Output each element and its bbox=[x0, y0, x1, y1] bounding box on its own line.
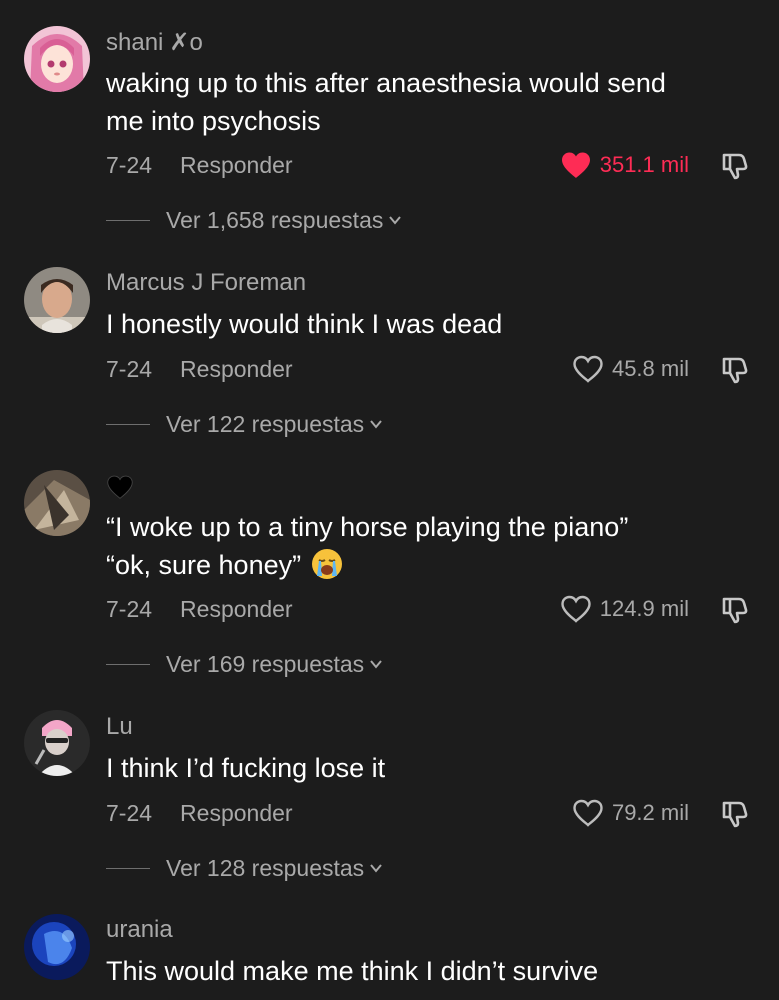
divider-line bbox=[106, 219, 150, 221]
comment-meta: 7-24 Responder bbox=[106, 354, 293, 384]
chevron-down-icon bbox=[387, 212, 403, 228]
username-suffix: ✗o bbox=[169, 29, 203, 56]
avatar[interactable] bbox=[24, 914, 90, 980]
reply-button[interactable]: Responder bbox=[180, 800, 293, 826]
username[interactable] bbox=[106, 470, 134, 500]
username[interactable]: shani ✗o bbox=[106, 28, 203, 58]
avatar[interactable] bbox=[24, 26, 90, 92]
reply-button[interactable]: Responder bbox=[180, 596, 293, 622]
comment-text: waking up to this after anaesthesia woul… bbox=[106, 68, 666, 136]
comment-meta: 7-24 Responder bbox=[106, 594, 293, 624]
comment-date: 7-24 bbox=[106, 596, 153, 622]
view-replies-button[interactable]: Ver 122 respuestas bbox=[106, 409, 384, 439]
comment-date: 7-24 bbox=[106, 800, 153, 826]
like-button[interactable]: 124.9 mil bbox=[560, 594, 689, 624]
like-count: 351.1 mil bbox=[599, 152, 689, 177]
like-button[interactable]: 351.1 mil bbox=[560, 150, 689, 180]
divider-line bbox=[106, 423, 150, 425]
avatar[interactable] bbox=[24, 470, 90, 536]
view-replies-button[interactable]: Ver 128 respuestas bbox=[106, 853, 384, 883]
chevron-down-icon bbox=[368, 416, 384, 432]
dislike-button[interactable] bbox=[717, 591, 753, 627]
like-count: 45.8 mil bbox=[611, 356, 689, 381]
heart-outline-icon bbox=[572, 355, 604, 383]
dislike-button[interactable] bbox=[717, 147, 753, 183]
loudly-crying-face-icon bbox=[311, 548, 343, 590]
comment-date: 7-24 bbox=[106, 152, 153, 178]
comment-text: “I woke up to a tiny horse playing the p… bbox=[106, 508, 756, 590]
divider-line bbox=[106, 663, 150, 665]
like-count: 79.2 mil bbox=[611, 800, 689, 825]
chevron-down-icon bbox=[368, 860, 384, 876]
reply-button[interactable]: Responder bbox=[180, 356, 293, 382]
comment-text: This would make me think I didn’t surviv… bbox=[106, 956, 599, 986]
black-heart-icon bbox=[106, 474, 134, 500]
username[interactable]: urania bbox=[106, 915, 173, 945]
comment-meta: 7-24 Responder bbox=[106, 798, 293, 828]
username[interactable]: Lu bbox=[106, 712, 133, 742]
heart-outline-icon bbox=[560, 595, 592, 623]
reply-button[interactable]: Responder bbox=[180, 152, 293, 178]
dislike-button[interactable] bbox=[717, 795, 753, 831]
thumbs-down-icon bbox=[722, 801, 748, 828]
comment-date: 7-24 bbox=[106, 356, 153, 382]
dislike-button[interactable] bbox=[717, 351, 753, 387]
heart-filled-icon bbox=[560, 151, 592, 179]
thumbs-down-icon bbox=[722, 597, 748, 624]
divider-line bbox=[106, 867, 150, 869]
chevron-down-icon bbox=[368, 656, 384, 672]
like-button[interactable]: 45.8 mil bbox=[572, 354, 689, 384]
heart-outline-icon bbox=[572, 799, 604, 827]
comment-text: I think I’d fucking lose it bbox=[106, 753, 386, 783]
thumbs-down-icon bbox=[722, 153, 748, 180]
username[interactable]: Marcus J Foreman bbox=[106, 268, 306, 298]
comment-text: I honestly would think I was dead bbox=[106, 309, 503, 339]
thumbs-down-icon bbox=[722, 357, 748, 384]
view-replies-button[interactable]: Ver 1,658 respuestas bbox=[106, 205, 403, 235]
like-count: 124.9 mil bbox=[599, 596, 689, 621]
view-replies-button[interactable]: Ver 169 respuestas bbox=[106, 649, 384, 679]
avatar[interactable] bbox=[24, 267, 90, 333]
avatar[interactable] bbox=[24, 710, 90, 776]
comment-meta: 7-24 Responder bbox=[106, 150, 293, 180]
like-button[interactable]: 79.2 mil bbox=[572, 798, 689, 828]
